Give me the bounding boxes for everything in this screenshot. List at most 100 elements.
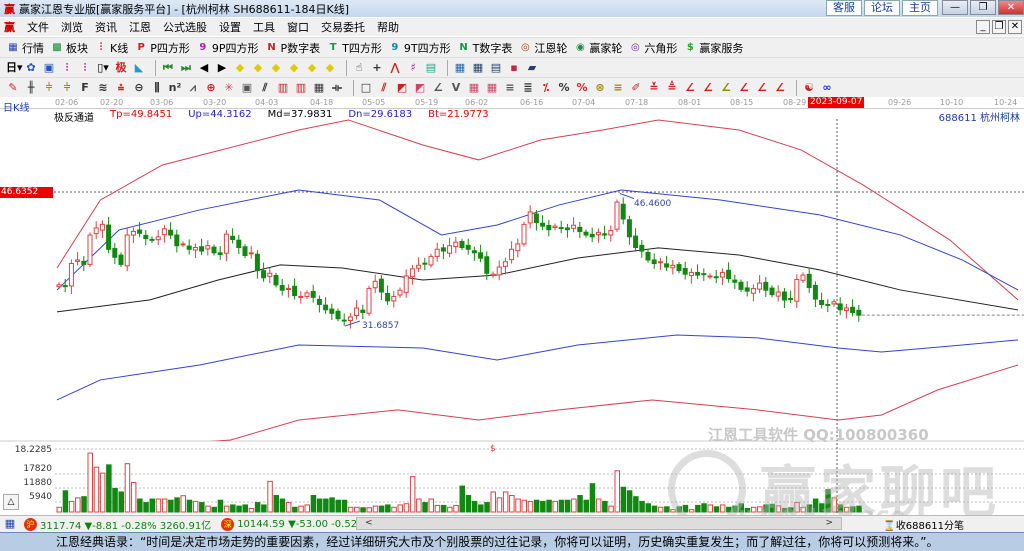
gann-box-icon[interactable]: ▥ xyxy=(276,81,290,95)
toolbar-button[interactable]: ⫶ K线 xyxy=(94,40,128,56)
horizontal-scrollbar[interactable]: < > xyxy=(356,517,842,530)
gann-square-icon[interactable]: ◩ xyxy=(395,81,409,95)
menu-item[interactable]: 江恩 xyxy=(129,21,151,34)
star-icon[interactable]: ✳ xyxy=(222,81,236,95)
toolbar-button[interactable]: ◎ 江恩轮 xyxy=(518,40,567,56)
mdi-minimize-button[interactable]: _ xyxy=(976,20,990,34)
save-icon[interactable]: ▪ xyxy=(507,61,521,75)
tool-j-icon[interactable]: ∠ xyxy=(773,81,787,95)
zoom-reset-icon[interactable]: ◆ xyxy=(323,61,337,75)
fan-icon[interactable]: ⩘ xyxy=(186,81,200,95)
toolbar-button[interactable]: ◉ 赢家轮 xyxy=(573,40,622,56)
rect-icon[interactable]: □ xyxy=(359,81,373,95)
gann-grid-icon[interactable]: ▥ xyxy=(294,81,308,95)
toolbar-button[interactable]: ◎ 六角形 xyxy=(628,40,677,56)
zoom-in-icon[interactable]: ◆ xyxy=(233,61,247,75)
indicator-icon[interactable]: ⫶ xyxy=(60,61,74,75)
tool-h-icon[interactable]: ∠ xyxy=(737,81,751,95)
fib-icon[interactable]: F xyxy=(78,81,92,95)
pct2-icon[interactable]: % xyxy=(575,81,589,95)
toolbar-button[interactable]: 9 9T四方形 xyxy=(388,40,450,56)
first-icon[interactable]: ⏮ xyxy=(161,61,175,75)
menu-item[interactable]: 公式选股 xyxy=(163,21,207,34)
period-day-icon[interactable]: 日▾ xyxy=(6,61,23,75)
tool-d-icon[interactable]: ≜ xyxy=(665,81,679,95)
gold1-icon[interactable]: ⫩ xyxy=(42,81,56,95)
candle-select-icon[interactable]: ▯▾ xyxy=(96,61,110,75)
toolbar-button[interactable]: N P数字表 xyxy=(265,40,320,56)
menu-item[interactable]: 文件 xyxy=(27,21,49,34)
indicator2-icon[interactable]: ⫶ xyxy=(78,61,92,75)
lines-icon[interactable]: ≡ xyxy=(503,81,517,95)
toolbar-button[interactable]: ▦ 行情 xyxy=(6,40,44,56)
toolbar-button[interactable]: T T四方形 xyxy=(326,40,382,56)
scroll-left-button[interactable]: < xyxy=(365,518,373,528)
toolbar-button[interactable]: N T数字表 xyxy=(457,40,512,56)
minimize-button[interactable]: — xyxy=(942,0,968,15)
line-icon[interactable]: ⋀ xyxy=(388,61,402,75)
pencil2-icon[interactable]: ✐ xyxy=(629,81,643,95)
menu-item[interactable]: 交易委托 xyxy=(321,21,365,34)
gold-circle-icon[interactable]: ⊛ xyxy=(593,81,607,95)
gann-square2-icon[interactable]: ◩ xyxy=(413,81,427,95)
gold-lines-icon[interactable]: ≡ xyxy=(611,81,625,95)
page-icon[interactable]: ▣ xyxy=(42,61,56,75)
zoom-h-icon[interactable]: ◆ xyxy=(269,61,283,75)
scroll-right-button[interactable]: > xyxy=(825,518,833,528)
toolbar-button[interactable]: P P四方形 xyxy=(134,40,190,56)
tick-data-button[interactable]: ⌛收688611分笔 xyxy=(883,517,964,532)
circle-icon[interactable]: ⊖ xyxy=(132,81,146,95)
toolbar-button[interactable]: $ 赢家服务 xyxy=(683,40,743,56)
grid-icon[interactable]: ▦ xyxy=(312,81,326,95)
right-icon[interactable]: ▶ xyxy=(215,61,229,75)
wave-icon[interactable]: ≋ xyxy=(96,81,110,95)
tool-i-icon[interactable]: ∠ xyxy=(755,81,769,95)
box-icon[interactable]: ▣ xyxy=(240,81,254,95)
homepage-link[interactable]: 主页 xyxy=(902,0,938,16)
calc-icon[interactable]: ▤ xyxy=(424,61,438,75)
table-icon[interactable]: ▦ xyxy=(467,81,481,95)
tool-c-icon[interactable]: ≚ xyxy=(647,81,661,95)
zoom-v-icon[interactable]: ◆ xyxy=(287,61,301,75)
v-icon[interactable]: V xyxy=(449,81,463,95)
zoom-out-icon[interactable]: ◆ xyxy=(251,61,265,75)
expand-toggle[interactable]: △ xyxy=(3,494,19,510)
last-icon[interactable]: ⏭ xyxy=(179,61,193,75)
report-icon[interactable]: ▤ xyxy=(489,61,503,75)
menu-item[interactable]: 设置 xyxy=(219,21,241,34)
hand-icon[interactable]: ☝ xyxy=(352,61,366,75)
pen-icon[interactable]: ✎ xyxy=(6,81,20,95)
shanghai-index[interactable]: 3117.74 ▼-8.81 -0.28% 3260.91亿 xyxy=(40,517,211,532)
calculator-icon[interactable]: ▦ xyxy=(471,61,485,75)
left-icon[interactable]: ◀ xyxy=(197,61,211,75)
ruler-icon[interactable]: ⩮ xyxy=(114,81,128,95)
percent-icon[interactable]: % xyxy=(557,81,571,95)
toolbar-button[interactable]: 9 9P四方形 xyxy=(196,40,258,56)
calendar-icon[interactable]: ▦ xyxy=(453,61,467,75)
n2-icon[interactable]: n² xyxy=(168,81,182,95)
gold2-icon[interactable]: ⫩ xyxy=(60,81,74,95)
crosshair-icon[interactable]: + xyxy=(370,61,384,75)
customer-service-link[interactable]: 客服 xyxy=(826,0,862,16)
tool-f-icon[interactable]: ∠ xyxy=(701,81,715,95)
angle-icon[interactable]: ∠ xyxy=(431,81,445,95)
target-icon[interactable]: ⊕ xyxy=(204,81,218,95)
yinyang-icon[interactable]: ☯ xyxy=(802,81,816,95)
parallel-icon[interactable]: ╫ xyxy=(24,81,38,95)
mark-icon[interactable]: ♯ xyxy=(406,61,420,75)
mdi-close-button[interactable]: ✕ xyxy=(1008,20,1022,34)
extreme-icon[interactable]: 极 xyxy=(114,61,128,75)
span-icon[interactable]: ⟛ xyxy=(330,81,344,95)
menu-item[interactable]: 资讯 xyxy=(95,21,117,34)
tool-a-icon[interactable]: ≣ xyxy=(521,81,535,95)
table2-icon[interactable]: ▦ xyxy=(485,81,499,95)
menu-item[interactable]: 工具 xyxy=(253,21,275,34)
menu-item[interactable]: 窗口 xyxy=(287,21,309,34)
fan-lines-icon[interactable]: ⫽ xyxy=(377,81,391,95)
chart-type-icon[interactable]: ✿ xyxy=(24,61,38,75)
tool-g-icon[interactable]: ∠ xyxy=(719,81,733,95)
cycle-icon[interactable]: ⫼ xyxy=(150,81,164,95)
calculator-icon[interactable]: ▦ xyxy=(3,517,17,531)
truck-icon[interactable]: ▰ xyxy=(525,61,539,75)
restore-button[interactable]: ❐ xyxy=(970,0,996,15)
